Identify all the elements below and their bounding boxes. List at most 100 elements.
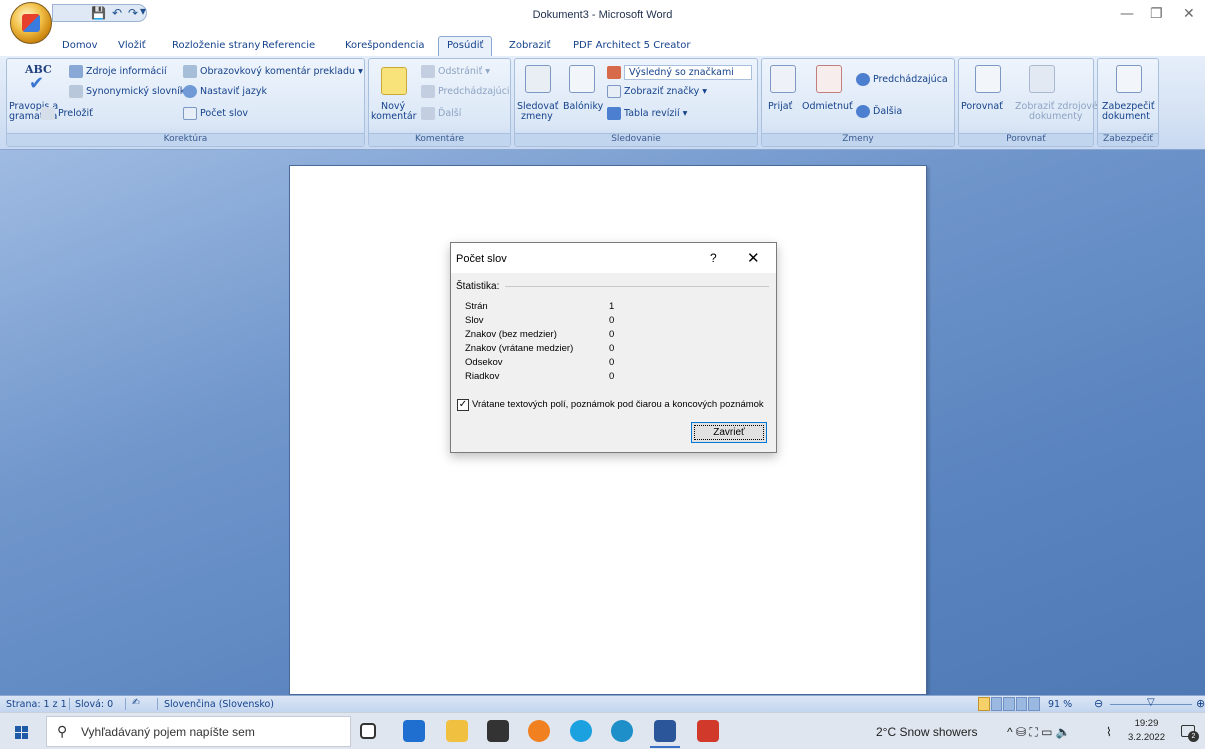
- group-komentare: Nový komentár Odstrániť ▾ Predchádzajúci…: [368, 58, 511, 147]
- minimize-button[interactable]: —: [1120, 6, 1134, 22]
- word-count-button[interactable]: Počet slov: [183, 107, 248, 120]
- reviewing-pane-button[interactable]: Tabla revízií ▾: [607, 107, 687, 120]
- page-counter[interactable]: Strana: 1 z 1: [6, 699, 67, 710]
- track-changes-icon: [525, 65, 551, 93]
- display-for-review-value: Výsledný so značkami: [624, 65, 752, 80]
- pdf-architect-icon[interactable]: [697, 720, 719, 742]
- set-language-label: Nastaviť jazyk: [200, 86, 268, 97]
- word-app-icon[interactable]: [650, 720, 680, 748]
- zoom-level[interactable]: 91 %: [1048, 699, 1072, 710]
- reject-icon: [816, 65, 842, 93]
- status-bar: Strana: 1 z 1 Slová: 0 ✍ Slovenčina (Slo…: [0, 695, 1205, 712]
- office-button[interactable]: [10, 2, 52, 44]
- outline-view-icon[interactable]: [1015, 697, 1028, 711]
- thesaurus-button[interactable]: Synonymický slovník: [69, 85, 185, 98]
- previous-change-label: Predchádzajúca: [873, 74, 948, 85]
- zoom-out-icon[interactable]: ⊖: [1094, 697, 1103, 710]
- delete-comment-icon: [421, 65, 435, 78]
- tab-pdf-architect[interactable]: PDF Architect 5 Creator: [573, 40, 691, 51]
- show-markup-icon: [607, 85, 621, 98]
- maximize-button[interactable]: ❐: [1150, 6, 1163, 22]
- dialog-close-button[interactable]: ✕: [747, 249, 760, 267]
- mail-icon[interactable]: [403, 720, 425, 742]
- view-buttons: [978, 697, 1040, 711]
- word-counter[interactable]: Slová: 0: [75, 699, 113, 710]
- edge-icon[interactable]: [611, 720, 633, 742]
- dropdown-arrow-icon: ▾: [702, 86, 708, 97]
- screentip-label: Obrazovkový komentár prekladu: [200, 66, 356, 77]
- clock-time: 19:29: [1134, 718, 1159, 729]
- full-screen-reading-icon[interactable]: [990, 697, 1003, 711]
- tab-korespondencia[interactable]: Korešpondencia: [345, 40, 424, 51]
- search-icon: ⚲: [57, 723, 68, 739]
- proofing-icon[interactable]: ✍: [132, 697, 140, 708]
- display-for-review-dropdown[interactable]: Výsledný so značkami: [607, 65, 752, 80]
- previous-change-button[interactable]: Predchádzajúca: [856, 73, 948, 86]
- word-count-label: Počet slov: [200, 108, 249, 119]
- tab-domov[interactable]: Domov: [62, 40, 98, 51]
- tab-rozlozenie-strany[interactable]: Rozloženie strany: [172, 40, 260, 51]
- weather-widget[interactable]: 2°C Snow showers: [876, 725, 978, 739]
- close-button[interactable]: ✕: [1183, 6, 1195, 22]
- translate-button[interactable]: Preložiť: [41, 107, 93, 120]
- show-markup-label: Zobraziť značky: [624, 86, 700, 97]
- zoom-slider-thumb[interactable]: ▽: [1147, 697, 1155, 708]
- research-label: Zdroje informácií: [86, 66, 167, 77]
- zoom-in-icon[interactable]: ⊕: [1196, 697, 1205, 710]
- thesaurus-label: Synonymický slovník: [86, 86, 186, 97]
- globe-icon: [183, 85, 197, 98]
- help-button[interactable]: ?: [710, 251, 717, 265]
- close-dialog-button[interactable]: Zavrieť: [691, 422, 767, 443]
- task-view-icon[interactable]: [360, 723, 376, 739]
- tab-zobrazit[interactable]: Zobraziť: [509, 40, 551, 51]
- screentip-icon: [183, 65, 197, 78]
- skype-icon[interactable]: [570, 720, 592, 742]
- next-comment-button[interactable]: Ďalší: [421, 107, 461, 120]
- accept-label: Prijať: [768, 101, 793, 112]
- next-change-button[interactable]: Ďalšia: [856, 105, 902, 118]
- tab-referencie[interactable]: Referencie: [262, 40, 315, 51]
- windows-start-icon[interactable]: [15, 726, 28, 739]
- file-explorer-icon[interactable]: [446, 720, 468, 742]
- web-layout-icon[interactable]: [1003, 697, 1015, 711]
- stat-value: 0: [609, 315, 615, 326]
- set-language-button[interactable]: Nastaviť jazyk: [183, 85, 267, 98]
- firefox-icon[interactable]: [528, 720, 550, 742]
- stat-label: Riadkov: [465, 371, 500, 382]
- new-comment-icon: [381, 67, 407, 95]
- tab-vlozit[interactable]: Vložiť: [118, 40, 146, 51]
- tray-icons[interactable]: ^ ⛁ ⛶ ▭ 🔈: [1007, 725, 1071, 740]
- include-textboxes-label[interactable]: Vrátane textových polí, poznámok pod čia…: [472, 399, 764, 410]
- language-indicator[interactable]: Slovenčina (Slovensko): [164, 699, 274, 710]
- stat-value: 1: [609, 301, 615, 312]
- new-comment-label-2: komentár: [371, 111, 417, 122]
- draft-view-icon[interactable]: [1028, 697, 1040, 711]
- research-button[interactable]: Zdroje informácií: [69, 65, 167, 78]
- ribbon-tabs: Domov Vložiť Rozloženie strany Referenci…: [0, 36, 1205, 57]
- delete-comment-button[interactable]: Odstrániť ▾: [421, 65, 490, 78]
- previous-comment-button[interactable]: Predchádzajúci: [421, 85, 510, 98]
- office-logo-icon: [22, 14, 40, 32]
- source-documents-label-2: dokumenty: [1029, 111, 1083, 122]
- print-layout-icon[interactable]: [978, 697, 990, 711]
- title-bar: 💾 ↶ ↷ ▾ Dokument3 - Microsoft Word — ❐ ✕: [0, 0, 1205, 36]
- show-markup-button[interactable]: Zobraziť značky ▾: [607, 85, 707, 98]
- clock[interactable]: 19:29 3.2.2022: [1128, 717, 1165, 745]
- group-label-zmeny: Zmeny: [762, 133, 954, 146]
- group-sledovanie: Sledovať zmeny Balóniky Výsledný so znač…: [514, 58, 758, 147]
- markup-icon: [607, 66, 621, 79]
- store-icon[interactable]: [487, 720, 509, 742]
- translation-screentip-button[interactable]: Obrazovkový komentár prekladu ▾: [183, 65, 363, 78]
- dropdown-arrow-icon: ▾: [682, 108, 688, 119]
- dropdown-arrow-icon: ▾: [485, 66, 491, 77]
- notifications-icon[interactable]: 2: [1181, 725, 1199, 742]
- balloons-label: Balóniky: [563, 101, 604, 112]
- protect-label-2: dokument: [1102, 111, 1150, 122]
- tab-posudit[interactable]: Posúdiť: [438, 36, 493, 57]
- divider: [69, 698, 70, 710]
- thesaurus-icon: [69, 85, 83, 98]
- taskbar-search-box[interactable]: ⚲ Vyhľadávaný pojem napíšte sem: [46, 716, 351, 747]
- include-textboxes-checkbox[interactable]: ✓: [457, 399, 469, 411]
- track-changes-label-2: zmeny: [521, 111, 553, 122]
- wifi-icon[interactable]: ⌇: [1106, 725, 1112, 739]
